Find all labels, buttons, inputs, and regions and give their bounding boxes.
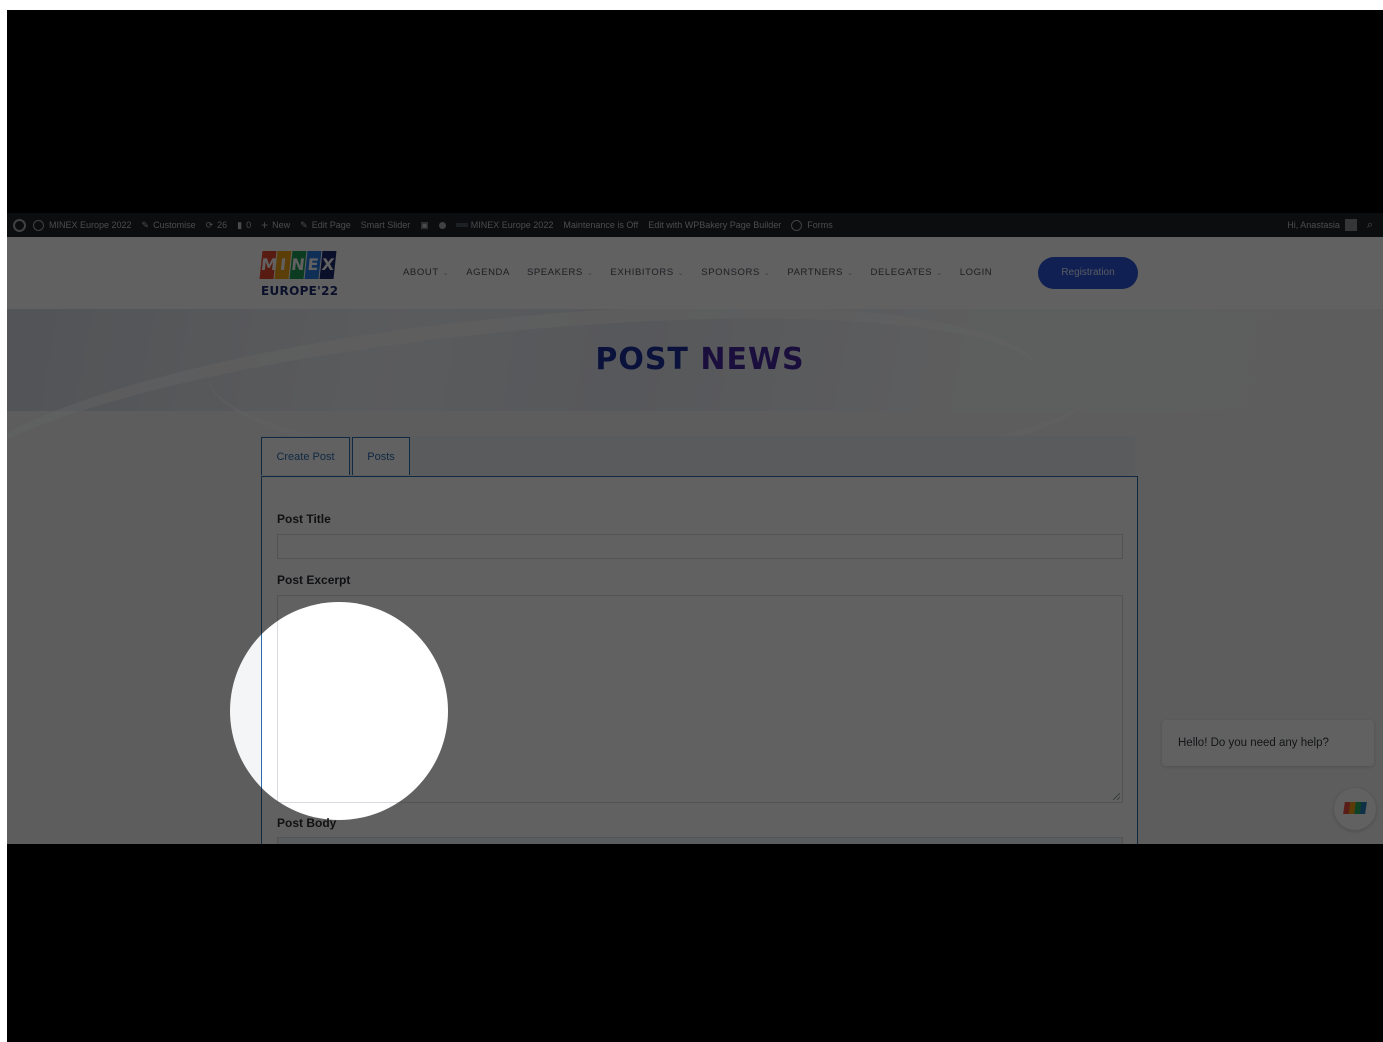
chat-launcher-button[interactable] — [1334, 788, 1376, 830]
post-excerpt-label: Post Excerpt — [277, 573, 351, 587]
minex-logo-icon — [1343, 802, 1367, 814]
plugin-icon: ▣ — [420, 219, 429, 230]
refresh-icon: ⟳ — [205, 219, 214, 230]
page-title: POST NEWS — [595, 342, 805, 377]
logo-word: M I N E X — [259, 251, 341, 281]
status-dot-icon — [438, 221, 446, 229]
post-title-input[interactable] — [277, 534, 1123, 559]
admin-account[interactable]: Hi, Anastasia — [1282, 213, 1362, 237]
forms-icon — [791, 219, 803, 231]
avatar — [1344, 219, 1357, 231]
nav-login[interactable]: LOGIN — [960, 267, 993, 278]
admin-smart-slider[interactable]: Smart Slider — [356, 213, 416, 237]
wp-admin-bar: MINEX Europe 2022 ✎ Customise ⟳ 26 ▮ 0 + New… — [7, 213, 1383, 237]
pencil-icon: ✎ — [300, 219, 308, 230]
nav-about[interactable]: ABOUT ⌄ — [403, 267, 449, 278]
post-excerpt-textarea[interactable] — [277, 595, 1123, 803]
search-icon: ⌕ — [1366, 218, 1373, 231]
brush-icon: ✎ — [141, 219, 150, 230]
logo-letter: X — [319, 251, 337, 279]
admin-plugin-icon[interactable]: ▣ — [415, 213, 434, 237]
admin-edit-page[interactable]: ✎ Edit Page — [295, 213, 356, 237]
hero-banner: POST NEWS — [7, 262, 1383, 610]
admin-search[interactable]: ⌕ — [1362, 213, 1383, 237]
chevron-down-icon: ⌄ — [936, 269, 943, 277]
admin-maintenance[interactable]: Maintenance is Off — [558, 213, 643, 237]
admin-customise[interactable]: ✎ Customise — [137, 213, 201, 237]
dashboard-icon — [33, 219, 44, 231]
logo-subtitle: EUROPE'22 — [261, 284, 339, 298]
flag-icon — [455, 223, 468, 227]
create-post-form: Post Title Post Excerpt Post Body — [261, 476, 1138, 844]
chevron-down-icon: ⌄ — [442, 269, 450, 277]
admin-site-name-2[interactable]: MINEX Europe 2022 — [451, 213, 559, 237]
admin-forms[interactable]: Forms — [786, 213, 838, 237]
admin-comments[interactable]: ▮ 0 — [232, 213, 256, 237]
post-body-label: Post Body — [277, 816, 337, 830]
site-logo[interactable]: M I N E X EUROPE'22 — [259, 251, 341, 299]
browser-viewport: MINEX Europe 2022 ✎ Customise ⟳ 26 ▮ 0 + New… — [7, 213, 1383, 844]
chevron-down-icon: ⌄ — [847, 269, 854, 277]
registration-button[interactable]: Registration — [1038, 257, 1138, 289]
tab-posts[interactable]: Posts — [352, 437, 410, 475]
admin-status-dot[interactable] — [434, 213, 451, 237]
admin-site-name[interactable]: MINEX Europe 2022 — [28, 213, 137, 237]
tab-bar: Create Post Posts — [261, 436, 1135, 476]
screen: MINEX Europe 2022 ✎ Customise ⟳ 26 ▮ 0 + New… — [7, 10, 1383, 1042]
admin-updates[interactable]: ⟳ 26 — [201, 213, 233, 237]
resize-handle-icon[interactable] — [1113, 793, 1120, 800]
admin-new[interactable]: + New — [256, 213, 295, 237]
comment-icon: ▮ — [237, 219, 243, 230]
plus-icon: + — [261, 218, 269, 232]
admin-wpbakery[interactable]: Edit with WPBakery Page Builder — [643, 213, 786, 237]
tab-create-post[interactable]: Create Post — [261, 437, 350, 475]
wordpress-logo-icon[interactable] — [13, 218, 26, 232]
post-title-label: Post Title — [277, 512, 331, 526]
post-body-editor[interactable] — [277, 837, 1123, 844]
nav-delegates[interactable]: DELEGATES ⌄ — [871, 267, 943, 278]
chat-message[interactable]: Hello! Do you need any help? — [1162, 720, 1374, 766]
